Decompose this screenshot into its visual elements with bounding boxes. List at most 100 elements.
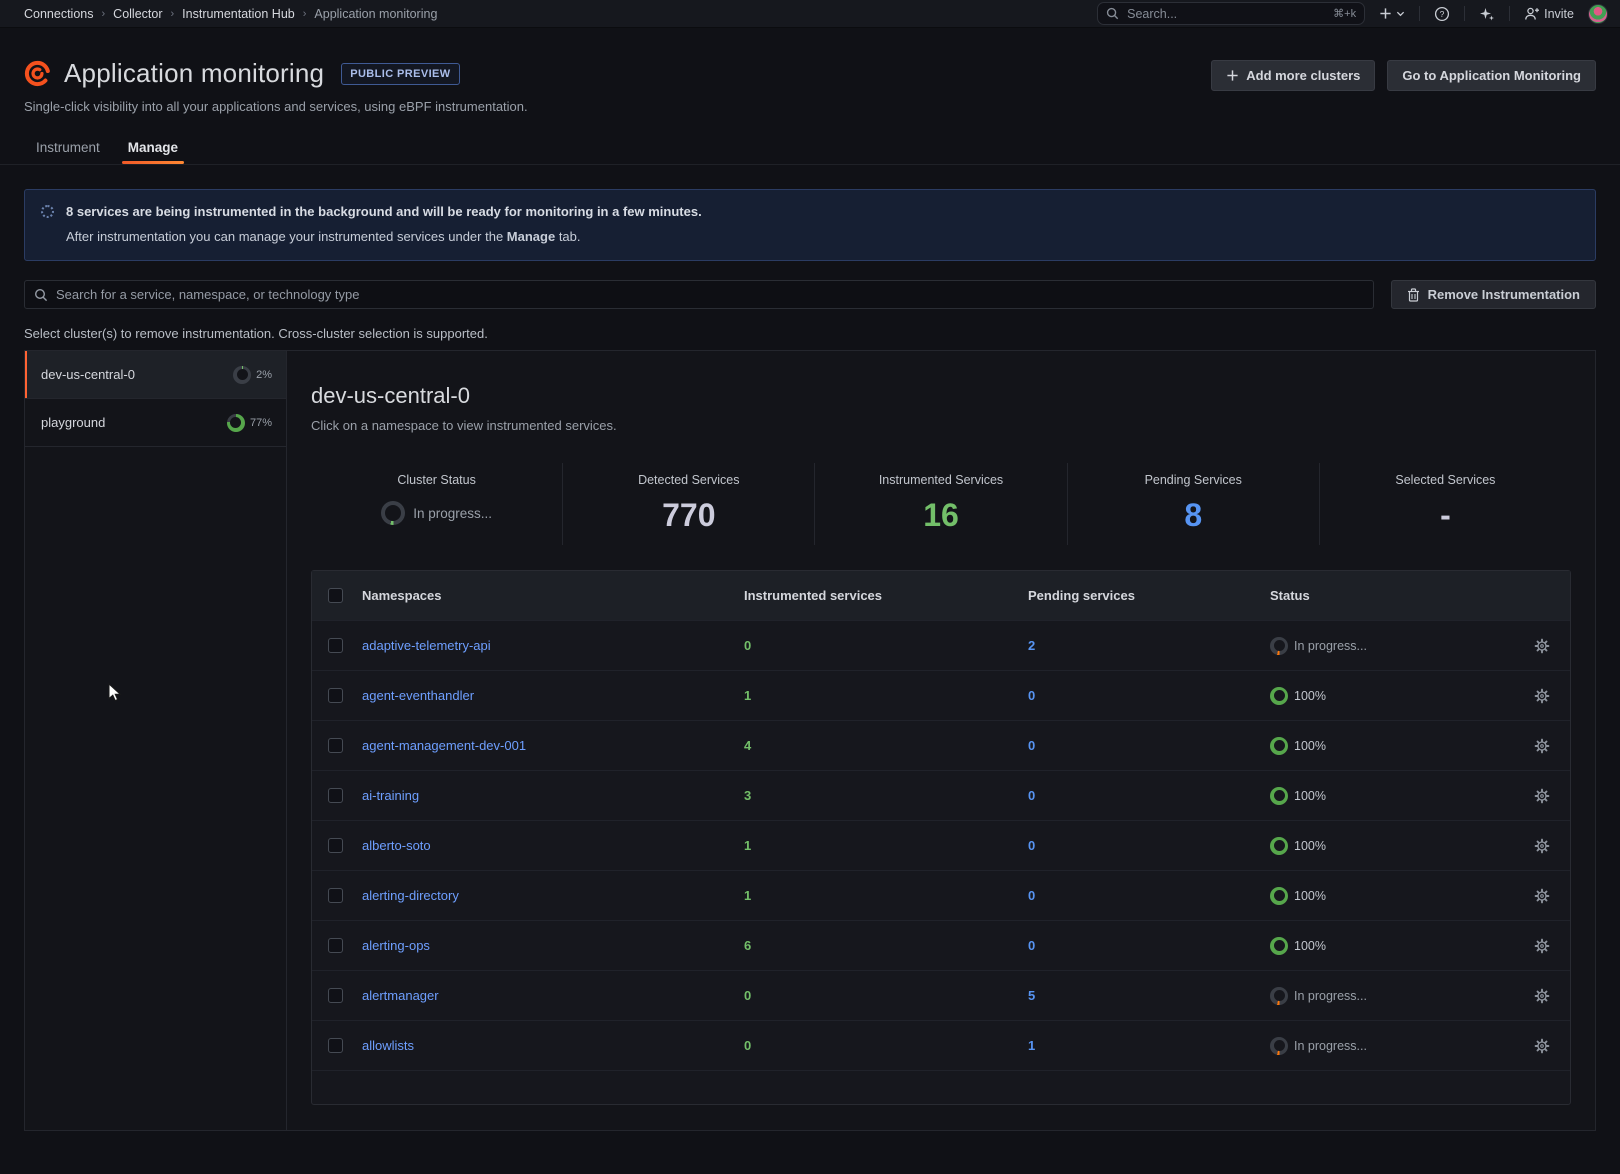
status-donut <box>1270 737 1288 755</box>
cluster-list-item[interactable]: dev-us-central-0 2% <box>25 351 286 399</box>
pending-count: 0 <box>1028 838 1270 853</box>
add-more-clusters-button[interactable]: Add more clusters <box>1211 60 1375 91</box>
namespace-row: alertmanager 0 5 In progress... <box>312 971 1570 1021</box>
namespace-link[interactable]: agent-eventhandler <box>362 688 744 703</box>
namespace-settings-button[interactable] <box>1530 1034 1554 1058</box>
namespace-settings-button[interactable] <box>1530 834 1554 858</box>
topbar-divider <box>1464 6 1465 21</box>
column-header-pending[interactable]: Pending services <box>1028 588 1270 603</box>
namespace-settings-button[interactable] <box>1530 884 1554 908</box>
cluster-status-donut <box>381 501 405 525</box>
help-button[interactable]: ? <box>1430 4 1454 24</box>
namespace-link[interactable]: alberto-soto <box>362 838 744 853</box>
global-search-box[interactable]: ⌘+k <box>1097 2 1365 25</box>
namespace-checkbox[interactable] <box>328 688 343 703</box>
new-menu-button[interactable] <box>1375 5 1409 22</box>
namespace-row: ai-training 3 0 100% <box>312 771 1570 821</box>
namespace-checkbox[interactable] <box>328 738 343 753</box>
pending-count: 0 <box>1028 738 1270 753</box>
namespace-row: alberto-soto 1 0 100% <box>312 821 1570 871</box>
tab-bar: Instrument Manage <box>0 114 1620 165</box>
ai-assistant-button[interactable] <box>1475 4 1499 24</box>
stat-block: Cluster Status In progress... <box>311 463 562 545</box>
stat-label: Pending Services <box>1068 473 1319 487</box>
goto-application-monitoring-button[interactable]: Go to Application Monitoring <box>1387 60 1596 91</box>
gear-icon <box>1534 888 1550 904</box>
namespace-checkbox[interactable] <box>328 888 343 903</box>
global-search-input[interactable] <box>1127 7 1325 21</box>
namespace-checkbox[interactable] <box>328 938 343 953</box>
help-icon: ? <box>1434 6 1450 22</box>
status-donut <box>1270 637 1288 655</box>
namespace-row: alerting-directory 1 0 100% <box>312 871 1570 921</box>
person-plus-icon <box>1524 6 1540 22</box>
namespace-link[interactable]: agent-management-dev-001 <box>362 738 744 753</box>
gear-icon <box>1534 638 1550 654</box>
namespace-link[interactable]: ai-training <box>362 788 744 803</box>
table-header-row: Namespaces Instrumented services Pending… <box>312 571 1570 621</box>
breadcrumb-collector[interactable]: Collector <box>113 7 162 21</box>
namespace-link[interactable]: alertmanager <box>362 988 744 1003</box>
instrumented-count: 6 <box>744 938 1028 953</box>
banner-message: 8 services are being instrumented in the… <box>66 204 702 219</box>
namespace-checkbox[interactable] <box>328 638 343 653</box>
status-text: In progress... <box>1294 1039 1367 1053</box>
gear-icon <box>1534 988 1550 1004</box>
service-search-box[interactable] <box>24 280 1374 309</box>
top-nav-bar: Connections › Collector › Instrumentatio… <box>0 0 1620 28</box>
namespace-settings-button[interactable] <box>1530 784 1554 808</box>
namespace-settings-button[interactable] <box>1530 684 1554 708</box>
namespace-checkbox[interactable] <box>328 788 343 803</box>
breadcrumb-instrumentation-hub[interactable]: Instrumentation Hub <box>182 7 295 21</box>
page-title: Application monitoring <box>64 58 324 89</box>
breadcrumb-connections[interactable]: Connections <box>24 7 94 21</box>
cluster-detail-title: dev-us-central-0 <box>311 383 1571 409</box>
stat-label: Selected Services <box>1320 473 1571 487</box>
remove-instrumentation-button[interactable]: Remove Instrumentation <box>1391 280 1596 309</box>
tab-manage[interactable]: Manage <box>128 140 178 164</box>
instrumented-count: 0 <box>744 638 1028 653</box>
status-donut <box>1270 1037 1288 1055</box>
topbar-divider <box>1419 6 1420 21</box>
namespace-settings-button[interactable] <box>1530 984 1554 1008</box>
banner-text: After instrumentation you can manage you… <box>66 229 507 244</box>
namespace-link[interactable]: alerting-directory <box>362 888 744 903</box>
namespace-checkbox[interactable] <box>328 988 343 1003</box>
namespace-checkbox[interactable] <box>328 838 343 853</box>
cluster-detail-panel: dev-us-central-0 Click on a namespace to… <box>287 351 1595 1130</box>
invite-button[interactable]: Invite <box>1520 4 1578 24</box>
plus-icon <box>1379 7 1392 20</box>
namespace-link[interactable]: alerting-ops <box>362 938 744 953</box>
namespace-settings-button[interactable] <box>1530 734 1554 758</box>
stat-label: Instrumented Services <box>815 473 1066 487</box>
namespace-link[interactable]: allowlists <box>362 1038 744 1053</box>
namespace-link[interactable]: adaptive-telemetry-api <box>362 638 744 653</box>
cluster-progress-donut <box>233 366 251 384</box>
namespace-row: agent-management-dev-001 4 0 100% <box>312 721 1570 771</box>
status-text: 100% <box>1294 739 1326 753</box>
gear-icon <box>1534 938 1550 954</box>
cluster-name: playground <box>41 415 105 430</box>
status-donut <box>1270 987 1288 1005</box>
namespace-settings-button[interactable] <box>1530 934 1554 958</box>
column-header-instrumented[interactable]: Instrumented services <box>744 588 1028 603</box>
gear-icon <box>1534 788 1550 804</box>
namespace-row: alerting-ops 6 0 100% <box>312 921 1570 971</box>
namespace-settings-button[interactable] <box>1530 634 1554 658</box>
cluster-status-text: In progress... <box>413 506 492 521</box>
select-all-checkbox[interactable] <box>328 588 343 603</box>
tab-instrument[interactable]: Instrument <box>36 140 100 164</box>
service-search-input[interactable] <box>56 287 1364 302</box>
cluster-percent-label: 2% <box>256 369 272 381</box>
column-header-namespaces[interactable]: Namespaces <box>362 588 744 603</box>
stat-value: - <box>1320 499 1571 531</box>
stat-value: 770 <box>563 499 814 531</box>
user-avatar[interactable] <box>1588 4 1608 24</box>
column-header-status[interactable]: Status <box>1270 588 1514 603</box>
cluster-list-item[interactable]: playground 77% <box>25 399 286 447</box>
status-donut <box>1270 687 1288 705</box>
app-monitoring-logo-icon <box>24 60 51 87</box>
status-text: 100% <box>1294 839 1326 853</box>
namespace-checkbox[interactable] <box>328 1038 343 1053</box>
stat-block: Detected Services 770 <box>562 463 814 545</box>
